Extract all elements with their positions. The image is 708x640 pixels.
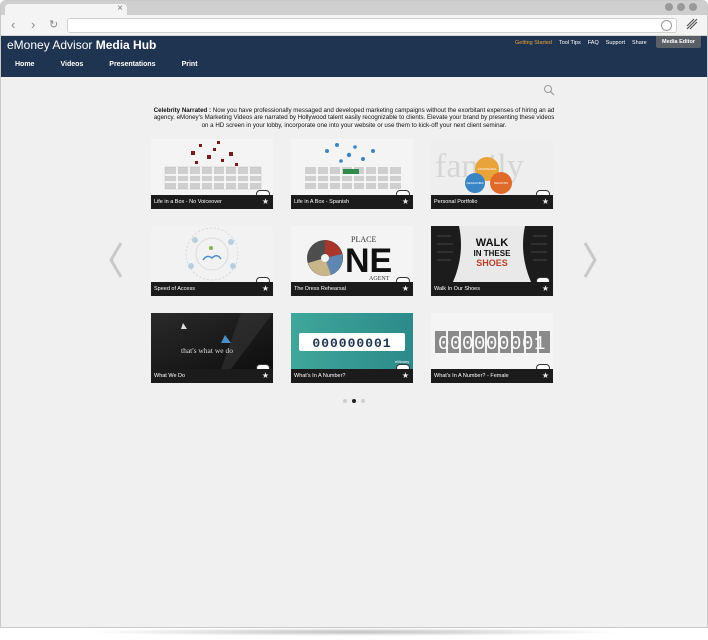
tile-thumbnail: 000000001 [431,313,553,369]
tile-thumbnail: family STRATEGIES DEADLINES REGIONS [431,139,553,195]
page-dot[interactable] [343,399,347,403]
video-tile[interactable]: PLACE NE AGENT The Dress Rehearsal ★ [291,226,413,296]
main-nav: Home Videos Presentations Print [15,61,224,68]
intro-body: Now you have professionally messaged and… [153,107,555,129]
tile-thumbnail: WALK IN THESE SHOES [431,226,553,282]
number-digits: 000000001 [438,333,546,355]
link-support[interactable]: Support [606,40,625,46]
brand-bold: Media Hub [95,38,157,52]
page-dot[interactable] [361,399,365,403]
tile-thumbnail [151,139,273,195]
reload-icon[interactable]: ↻ [49,18,58,32]
browser-toolbar: ‹ › ↻ [1,15,707,36]
link-share[interactable]: Share [632,40,647,46]
intro-label: Celebrity Narrated : [153,107,213,114]
tile-caption: Walk In Our Shoes [431,282,553,296]
page-dot-active[interactable] [352,399,356,403]
window-shadow [80,628,628,636]
tile-thumbnail: that's what we do [151,313,273,369]
star-icon[interactable]: ★ [262,285,269,293]
star-icon[interactable]: ★ [542,285,549,293]
link-getting-started[interactable]: Getting Started [515,40,552,46]
star-icon[interactable]: ★ [402,285,409,293]
forward-icon[interactable]: › [31,18,35,32]
bubble-label: STRATEGIES [478,167,497,171]
star-icon[interactable]: ★ [262,198,269,206]
window-dot-icon[interactable] [677,3,685,11]
tile-caption: Life in a Box - No Voiceover [151,195,273,209]
star-icon[interactable]: ★ [542,198,549,206]
bubble-label: REGIONS [494,181,508,185]
star-icon[interactable]: ★ [402,198,409,206]
bubble-label: DEADLINES [466,181,483,185]
tile-caption: What's In A Number? [291,369,413,383]
link-tool-tips[interactable]: Tool Tips [559,40,581,46]
video-tile[interactable]: Life in a Box - No Voiceover ★ [151,139,273,209]
brand-prefix: eMoney Advisor [7,38,96,52]
dress-one: NE [345,242,392,280]
carousel-pagination [343,399,365,403]
tile-caption: Life in A Box - Spanish [291,195,413,209]
tile-caption: The Dress Rehearsal [291,282,413,296]
nav-videos[interactable]: Videos [60,61,83,68]
nav-print[interactable]: Print [182,61,198,68]
walk-line3: SHOES [476,258,508,268]
site-header: eMoney Advisor Media Hub Getting Started… [1,36,707,77]
nav-home[interactable]: Home [15,61,34,68]
tile-caption: Speed of Access [151,282,273,296]
star-icon[interactable]: ★ [402,372,409,380]
video-tile[interactable]: that's what we do What We Do ★ [151,313,273,383]
video-grid: Life in a Box - No Voiceover ★ Life in A… [151,139,553,383]
video-tile[interactable]: Life in A Box - Spanish ★ [291,139,413,209]
video-tile[interactable]: 000000001 What's In A Number? - Female ★ [431,313,553,383]
tile-thumbnail: PLACE NE AGENT [291,226,413,282]
whatwedo-text: that's what we do [181,346,233,355]
extension-icon[interactable] [685,17,699,31]
window-controls [665,3,697,11]
tab-bar: × [1,1,707,16]
number-digits: 000000001 [312,336,391,351]
browser-window: × ‹ › ↻ eMoney Advisor Media Hub Getting… [0,0,708,628]
address-bar[interactable] [67,18,677,33]
video-tile[interactable]: Speed of Access ★ [151,226,273,296]
star-icon[interactable]: ★ [262,372,269,380]
nav-presentations[interactable]: Presentations [109,61,155,68]
video-tile[interactable]: 000000001 eMoney What's In A Number? ★ [291,313,413,383]
window-dot-icon[interactable] [689,3,697,11]
walk-line1: WALK [476,237,508,249]
intro-text: Celebrity Narrated : Now you have profes… [153,107,555,129]
tile-caption: Personal Portfolio [431,195,553,209]
next-arrow-icon[interactable] [583,241,597,279]
tile-caption: What's In A Number? - Female [431,369,553,383]
tile-caption: What We Do [151,369,273,383]
tile-thumbnail [151,226,273,282]
back-icon[interactable]: ‹ [11,18,15,32]
link-faq[interactable]: FAQ [588,40,599,46]
video-tile[interactable]: WALK IN THESE SHOES Walk In Our Shoes ★ [431,226,553,296]
star-icon[interactable]: ★ [542,372,549,380]
walk-line2: IN THESE [474,249,512,258]
top-links: Getting Started Tool Tips FAQ Support Sh… [515,40,647,46]
search-icon[interactable] [543,84,555,96]
tile-thumbnail [291,139,413,195]
globe-icon [661,20,672,31]
window-dot-icon[interactable] [665,3,673,11]
media-editor-button[interactable]: Media Editor [656,36,701,48]
prev-arrow-icon[interactable] [109,241,123,279]
tile-thumbnail: 000000001 eMoney [291,313,413,369]
tab-close-icon[interactable]: × [117,3,123,15]
site-logo[interactable]: eMoney Advisor Media Hub [7,38,156,52]
video-tile[interactable]: family STRATEGIES DEADLINES REGIONS Pers… [431,139,553,209]
